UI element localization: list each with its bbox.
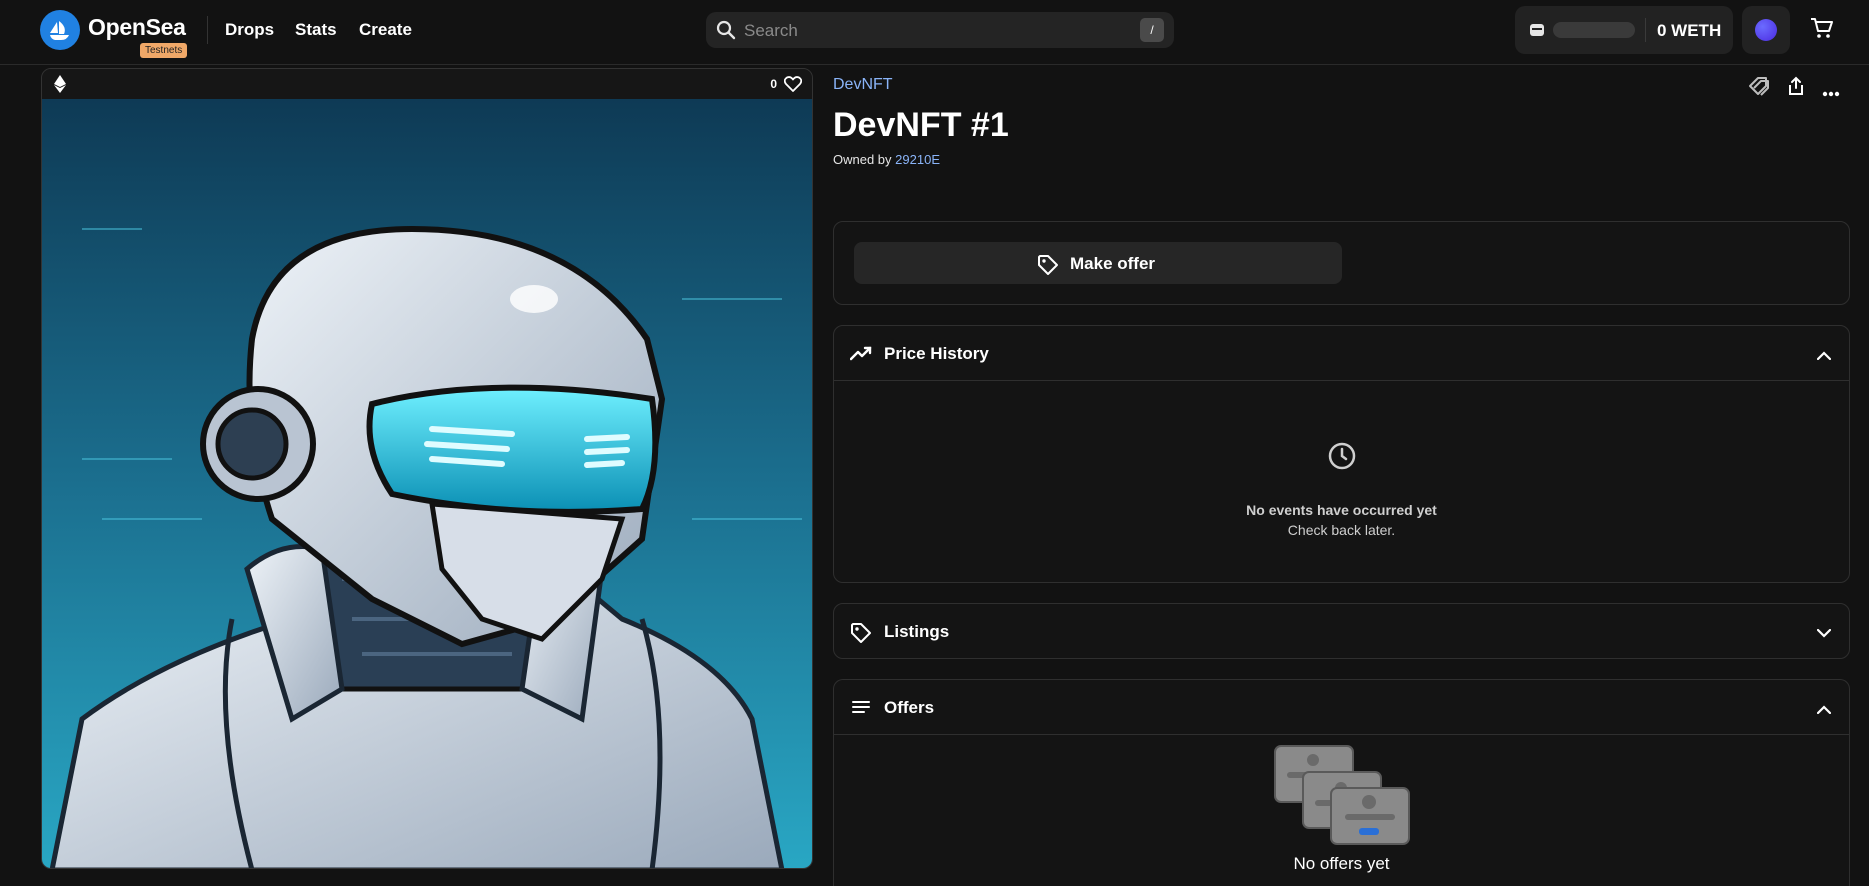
- media-header: 0: [42, 69, 812, 99]
- wallet-icon: [1529, 23, 1545, 42]
- listings-title: Listings: [884, 622, 950, 641]
- nav-divider: [207, 16, 208, 44]
- share-icon[interactable]: [1787, 76, 1805, 101]
- more-options-icon[interactable]: [1822, 84, 1840, 102]
- brand-name[interactable]: OpenSea: [88, 14, 186, 41]
- listings-header[interactable]: Listings: [834, 604, 1849, 658]
- listings-card: Listings: [833, 603, 1850, 659]
- offers-card: Offers No offers yet: [833, 679, 1850, 886]
- opensea-logo-icon[interactable]: [40, 10, 80, 50]
- offers-title: Offers: [884, 698, 935, 717]
- price-history-card: Price History No events have occurred ye…: [833, 325, 1850, 583]
- owner-line: Owned by 29210E: [833, 152, 940, 167]
- list-icon: [850, 698, 872, 721]
- price-tag-icon: [1037, 254, 1059, 281]
- wallet-balance-button[interactable]: 0 WETH: [1515, 6, 1733, 54]
- favorite-count: 0: [770, 77, 777, 91]
- make-offer-button[interactable]: Make offer: [854, 242, 1342, 284]
- no-events-text: No events have occurred yet: [1246, 502, 1437, 518]
- price-history-empty: No events have occurred yet Check back l…: [834, 382, 1849, 582]
- tag-list-icon[interactable]: [1748, 76, 1770, 101]
- nft-image[interactable]: [42, 99, 812, 868]
- make-offer-label: Make offer: [1070, 254, 1156, 273]
- profile-button[interactable]: [1742, 6, 1790, 54]
- wallet-divider: [1645, 18, 1646, 42]
- chevron-up-icon[interactable]: [1816, 347, 1832, 365]
- cart-icon[interactable]: [1810, 16, 1834, 45]
- nav-create[interactable]: Create: [359, 20, 412, 40]
- testnets-badge: Testnets: [140, 43, 188, 58]
- no-offers-text: No offers yet: [1293, 854, 1390, 873]
- price-history-header[interactable]: Price History: [834, 326, 1849, 381]
- clock-icon: [1328, 442, 1356, 475]
- offer-card: Make offer: [833, 221, 1850, 305]
- collection-link[interactable]: DevNFT: [833, 76, 893, 94]
- owned-by-label: Owned by: [833, 152, 892, 167]
- nft-title: DevNFT #1: [833, 106, 1009, 144]
- chevron-down-icon[interactable]: [1816, 625, 1832, 643]
- nav-stats[interactable]: Stats: [295, 20, 337, 40]
- balance-placeholder: [1553, 22, 1635, 38]
- avatar: [1755, 19, 1777, 41]
- search-input[interactable]: Search: [744, 21, 798, 41]
- heart-icon[interactable]: [783, 76, 803, 97]
- weth-balance: 0 WETH: [1657, 21, 1722, 40]
- offers-empty: No offers yet: [834, 736, 1849, 886]
- chevron-up-icon[interactable]: [1816, 701, 1832, 719]
- nav-drops[interactable]: Drops: [225, 20, 274, 40]
- nft-media-panel: 0: [41, 68, 813, 869]
- price-history-title: Price History: [884, 344, 989, 363]
- search-icon: [716, 20, 736, 45]
- trending-icon: [849, 344, 872, 367]
- owner-link[interactable]: 29210E: [895, 152, 940, 167]
- price-tag-icon: [850, 622, 872, 649]
- check-back-text: Check back later.: [1287, 522, 1396, 538]
- search-bar[interactable]: Search /: [706, 12, 1174, 48]
- offers-header[interactable]: Offers: [834, 680, 1849, 735]
- top-bar: OpenSea Testnets Drops Stats Create Sear…: [0, 0, 1869, 65]
- ethereum-icon: [54, 75, 66, 98]
- empty-offers-illustration-icon: [1273, 744, 1413, 855]
- search-shortcut-key: /: [1140, 18, 1164, 42]
